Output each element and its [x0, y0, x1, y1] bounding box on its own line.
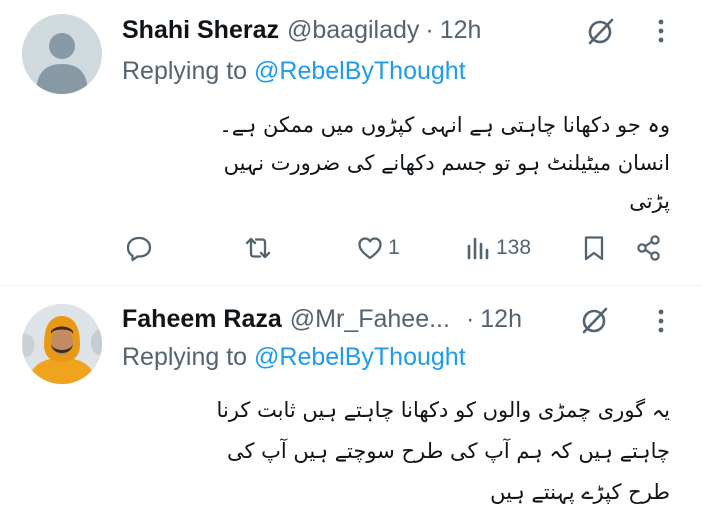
author-name[interactable]: Faheem Raza [122, 305, 282, 334]
replying-to-label: Replying to [122, 57, 248, 85]
reply-icon [126, 236, 152, 262]
bookmark-button[interactable] [582, 226, 606, 270]
author-handle[interactable]: @baagilady [287, 16, 419, 45]
reply-button[interactable] [125, 226, 153, 270]
author-handle[interactable]: @Mr_Fahee... [290, 305, 450, 334]
replying-to: Replying to @RebelByThought [122, 57, 466, 86]
timestamp[interactable]: 12h [480, 305, 522, 334]
avatar-default[interactable] [22, 14, 102, 94]
more-vertical-icon [658, 309, 664, 333]
repost-icon [245, 237, 271, 259]
more-options-button[interactable] [648, 304, 674, 338]
tweet-text: وہ جو دکھانا چاہتی ہے انہی کپڑوں میں ممک… [122, 106, 670, 220]
repost-button[interactable] [244, 226, 272, 270]
like-button[interactable]: 1 [356, 226, 400, 270]
tweet-text-line: چاہتے ہیں کہ ہم آپ کی طرح سوچتے ہیں آپ ک… [226, 439, 670, 463]
tweet[interactable]: Shahi Sheraz @baagilady · 12h Replying t… [0, 0, 702, 286]
profile-photo-icon [22, 304, 102, 384]
tweet-header: Faheem Raza @Mr_Fahee... · 12h [122, 301, 522, 337]
replying-to: Replying to @RebelByThought [122, 343, 466, 372]
tweet-text-line: طرح کپڑے پہنتے ہیں [490, 480, 670, 504]
views-button[interactable]: 138 [464, 226, 531, 270]
avatar[interactable] [22, 304, 102, 384]
tweet-text-line: انسان میٹیلنٹ ہو تو جسم دکھانے کی ضرورت … [223, 151, 670, 175]
separator-dot: · [425, 15, 434, 44]
separator-dot: · [465, 304, 475, 333]
more-options-button[interactable] [648, 14, 674, 48]
views-count: 138 [496, 236, 532, 259]
timestamp[interactable]: 12h [440, 16, 482, 45]
replying-to-mention[interactable]: @RebelByThought [254, 343, 466, 371]
replying-to-label: Replying to [122, 343, 248, 371]
more-vertical-icon [658, 19, 664, 43]
grok-icon [582, 307, 608, 334]
grok-button[interactable] [578, 303, 612, 337]
tweet-header: Shahi Sheraz @baagilady · 12h [122, 12, 481, 48]
replying-to-mention[interactable]: @RebelByThought [254, 57, 466, 85]
like-count: 1 [388, 236, 400, 259]
author-name[interactable]: Shahi Sheraz [122, 16, 279, 45]
tweet[interactable]: Faheem Raza @Mr_Fahee... · 12h Replying … [0, 286, 702, 513]
tweet-actions: 1 138 [0, 226, 702, 270]
share-icon [637, 235, 660, 261]
tweet-text-line: وہ جو دکھانا چاہتی ہے انہی کپڑوں میں ممک… [219, 113, 670, 137]
grok-icon [588, 18, 614, 45]
share-button[interactable] [635, 226, 663, 270]
tweet-text: یہ گوری چمڑی والوں کو دکھانا چاہتے ہیں ث… [122, 390, 670, 513]
heart-icon [358, 237, 382, 260]
default-profile-icon [36, 33, 88, 94]
tweet-text-line: یہ گوری چمڑی والوں کو دکھانا چاہتے ہیں ث… [216, 398, 670, 422]
views-icon [467, 237, 489, 260]
grok-button[interactable] [584, 14, 618, 48]
tweet-text-line: پڑتی [629, 189, 670, 213]
bookmark-icon [584, 236, 604, 261]
